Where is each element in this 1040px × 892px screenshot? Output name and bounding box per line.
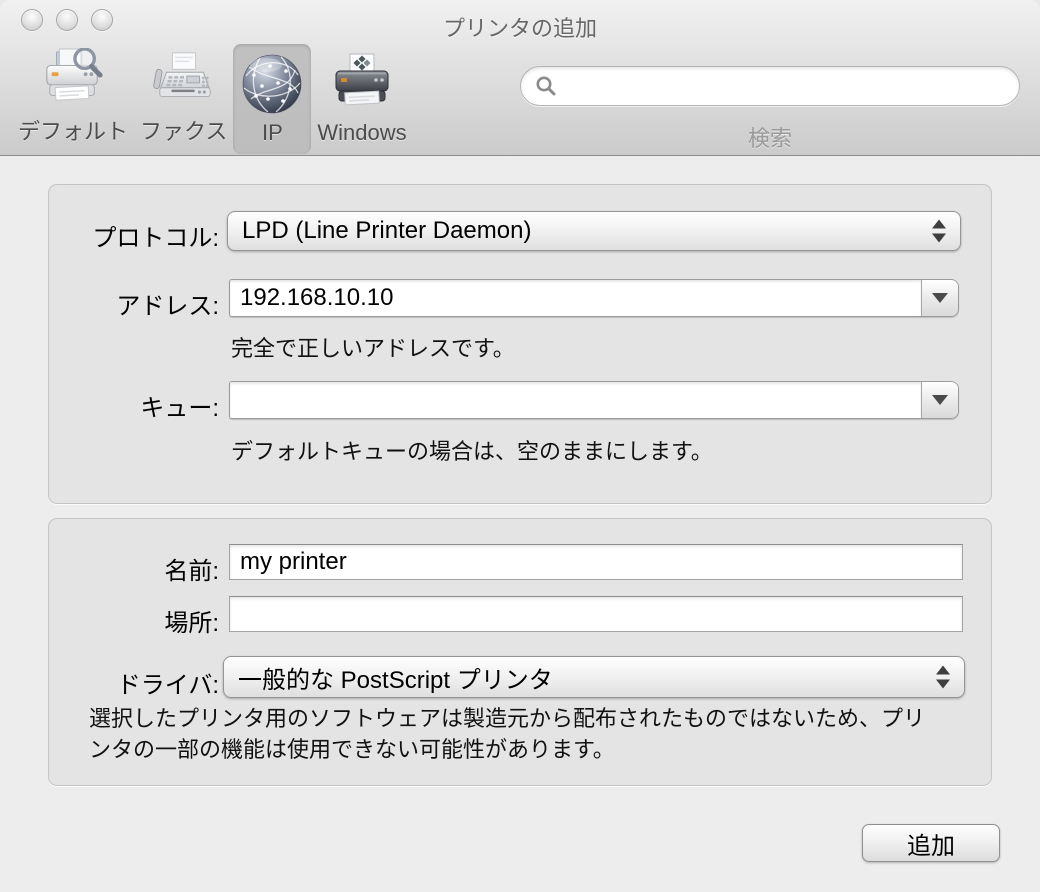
driver-value: 一般的な PostScript プリンタ <box>238 660 553 695</box>
location-field <box>229 596 963 632</box>
address-combo <box>229 279 959 317</box>
toolbar-item-default[interactable]: デフォルト <box>12 44 134 154</box>
address-helper-text: 完全で正しいアドレスです。 <box>231 331 515 363</box>
connection-group-box: プロトコル: LPD (Line Printer Daemon) アドレス: 完… <box>48 184 992 504</box>
name-field <box>229 544 963 580</box>
windows-printer-icon <box>329 52 395 116</box>
driver-label: ドライバ: <box>49 665 219 700</box>
toolbar-item-ip[interactable]: IP <box>233 44 311 154</box>
address-label: アドレス: <box>49 286 219 321</box>
toolbar-label-fax: ファクス <box>140 114 227 146</box>
location-input[interactable] <box>230 597 962 631</box>
dropdown-arrow-icon <box>932 395 948 405</box>
toolbar-item-fax[interactable]: ファクス <box>134 44 233 154</box>
popup-stepper-icon <box>936 666 950 689</box>
location-label: 場所: <box>49 603 219 638</box>
search-label: 検索 <box>520 121 1020 153</box>
queue-dropdown-button[interactable] <box>921 382 958 418</box>
search-field <box>520 66 1020 106</box>
toolbar-label-windows: Windows <box>317 120 406 146</box>
queue-input[interactable] <box>230 382 921 418</box>
details-group-box: 名前: 場所: ドライバ: 一般的な PostScript プリンタ 選択したプ… <box>48 518 992 786</box>
titlebar-toolbar: プリンタの追加 <box>0 0 1040 156</box>
driver-popup[interactable]: 一般的な PostScript プリンタ <box>223 656 965 698</box>
search-input[interactable] <box>565 73 1005 99</box>
queue-label: キュー: <box>49 388 219 423</box>
queue-helper-text: デフォルトキューの場合は、空のままにします。 <box>231 434 713 466</box>
address-dropdown-button[interactable] <box>921 280 958 316</box>
toolbar-label-default: デフォルト <box>18 114 128 146</box>
window-title: プリンタの追加 <box>0 11 1040 43</box>
fax-icon <box>151 48 217 110</box>
protocol-value: LPD (Line Printer Daemon) <box>242 217 531 245</box>
name-input[interactable] <box>230 545 962 579</box>
popup-stepper-icon <box>932 220 946 243</box>
queue-field <box>230 382 921 418</box>
toolbar: デフォルト <box>12 44 413 154</box>
search-icon <box>535 75 557 97</box>
protocol-label: プロトコル: <box>49 218 219 253</box>
address-input[interactable] <box>230 280 921 316</box>
globe-icon <box>239 52 305 116</box>
queue-combo <box>229 381 959 419</box>
address-field <box>230 280 921 316</box>
driver-note-text: 選択したプリンタ用のソフトウェアは製造元から配布されたものではないため、プリ ン… <box>89 703 1003 765</box>
default-printer-icon <box>40 48 106 110</box>
add-button[interactable]: 追加 <box>862 824 1000 862</box>
add-printer-window: プリンタの追加 <box>0 0 1040 892</box>
toolbar-item-windows[interactable]: Windows <box>311 44 412 154</box>
dropdown-arrow-icon <box>932 293 948 303</box>
protocol-popup[interactable]: LPD (Line Printer Daemon) <box>227 211 961 251</box>
toolbar-label-ip: IP <box>262 120 283 146</box>
name-label: 名前: <box>49 551 219 586</box>
